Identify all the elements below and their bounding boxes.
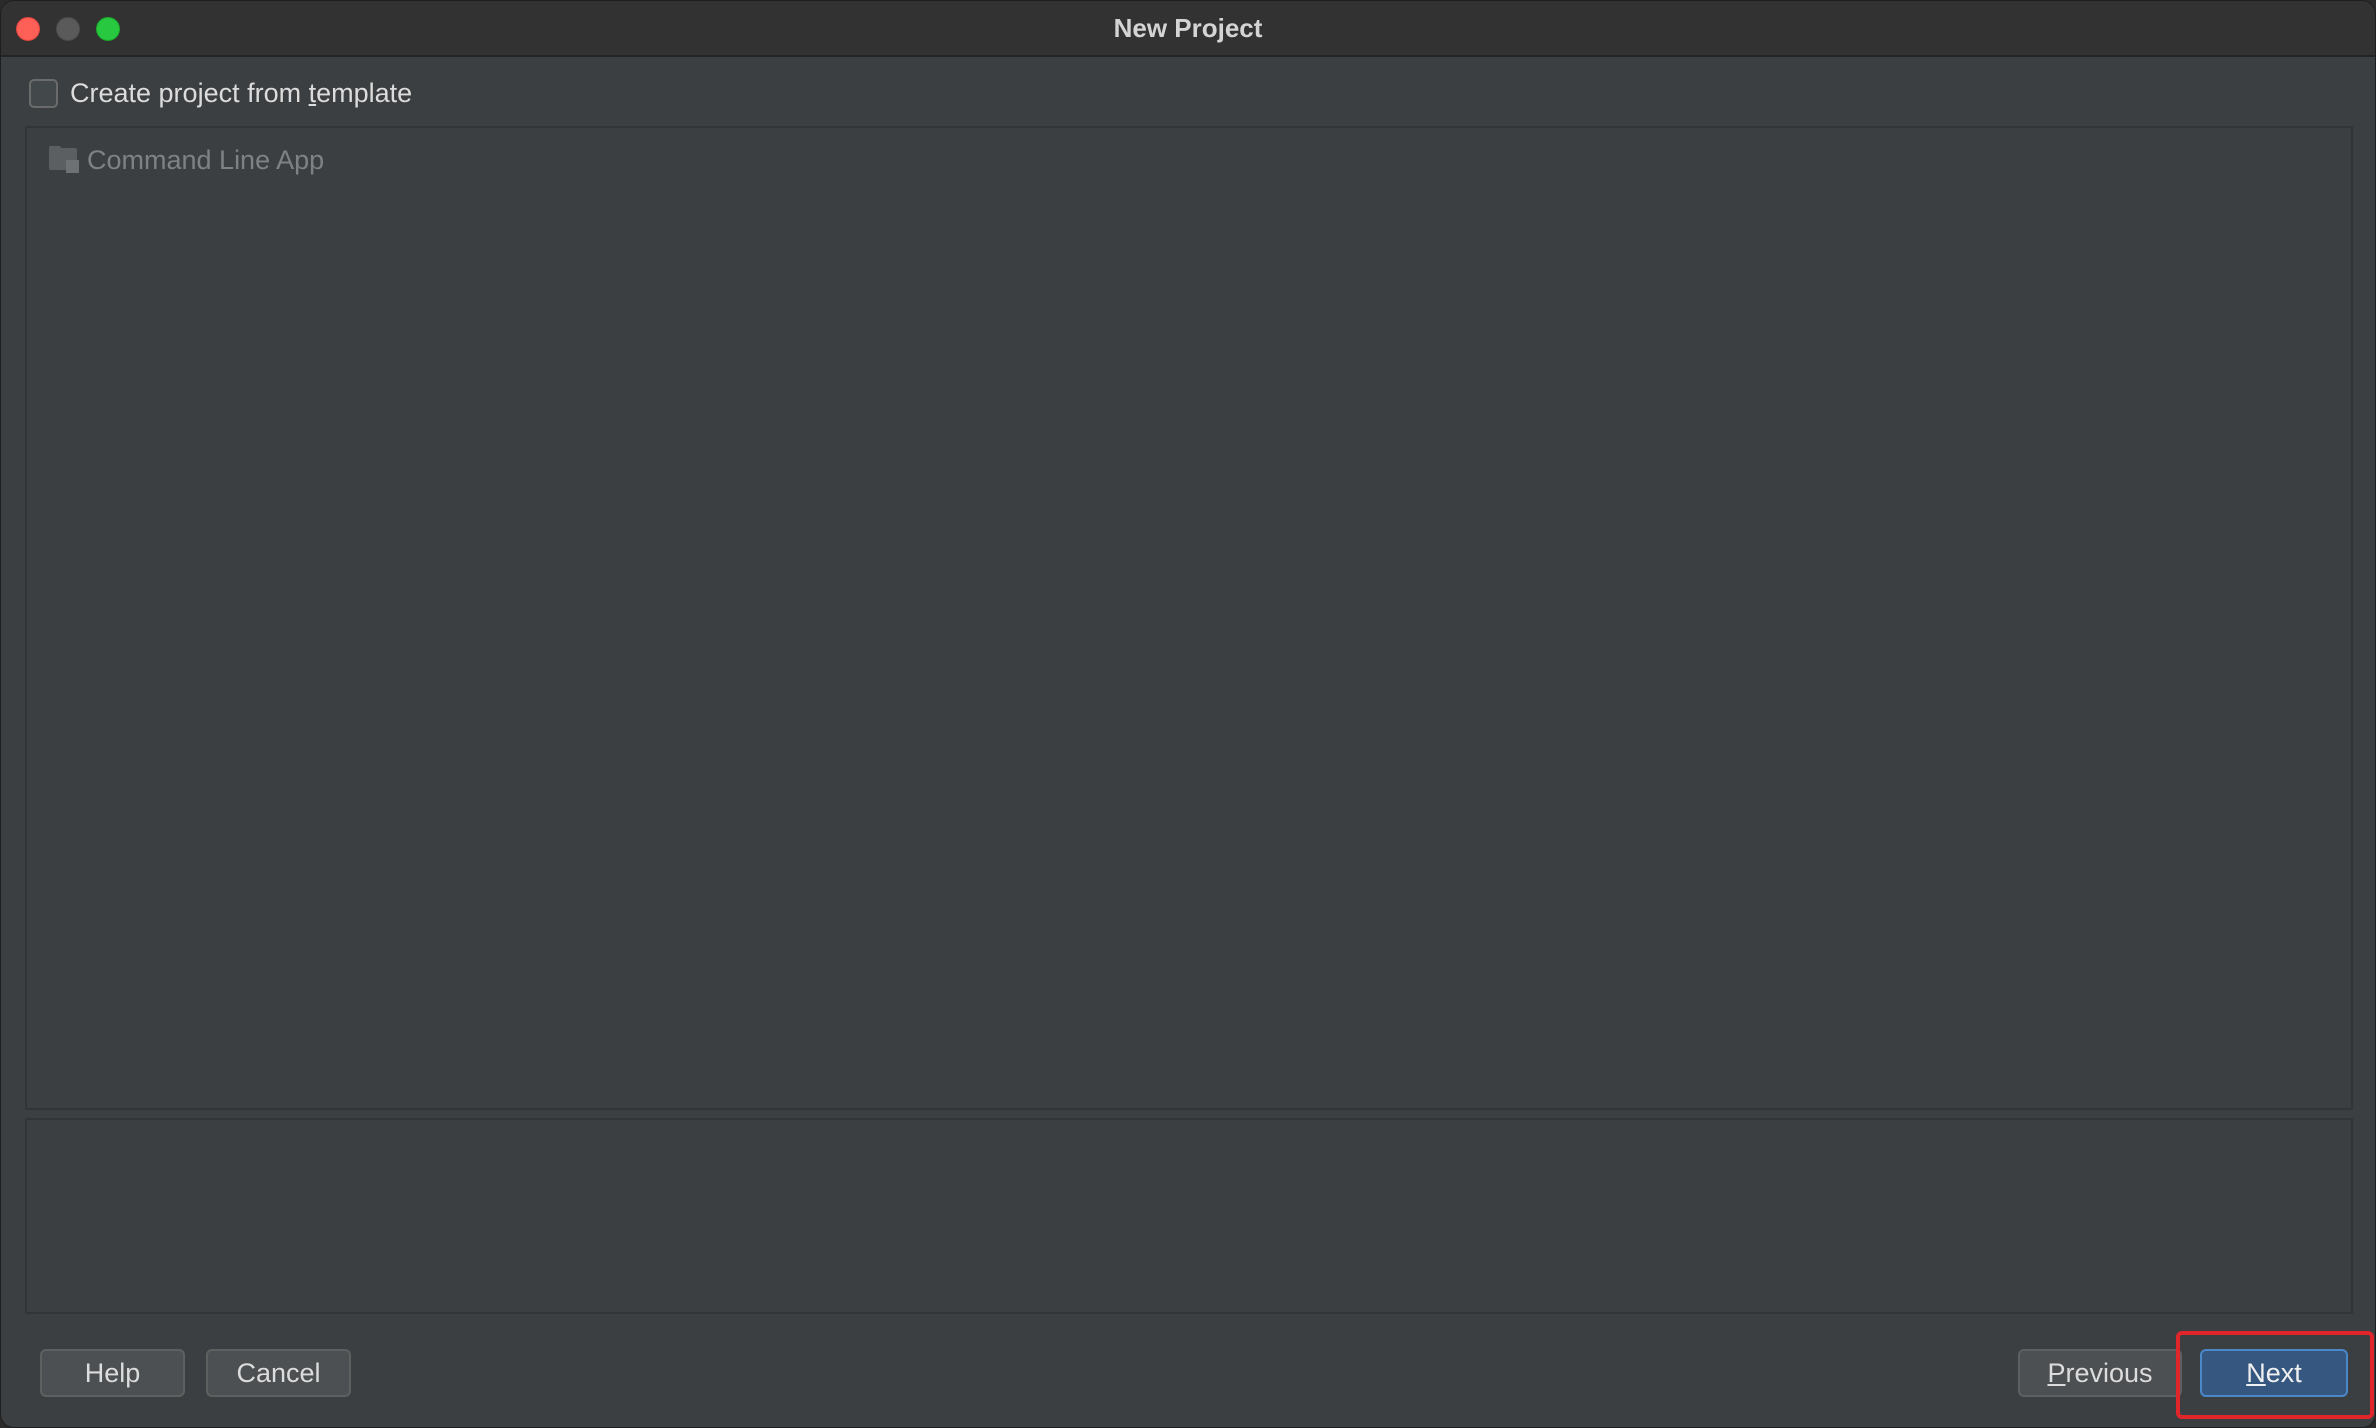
new-project-window: New Project Create project from template… (0, 0, 2376, 1428)
create-from-template-option[interactable]: Create project from template (29, 77, 412, 109)
help-button[interactable]: Help (40, 1349, 185, 1397)
create-from-template-checkbox[interactable] (29, 78, 58, 108)
template-list: Command Line App (25, 126, 2353, 1110)
next-button[interactable]: Next (2200, 1349, 2348, 1397)
create-from-template-label[interactable]: Create project from template (70, 78, 412, 109)
list-item-label: Command Line App (87, 144, 325, 175)
previous-button[interactable]: Previous (2018, 1349, 2182, 1397)
template-description-panel (25, 1118, 2353, 1314)
cancel-button[interactable]: Cancel (206, 1349, 351, 1397)
list-item[interactable]: Command Line App (49, 140, 324, 180)
title-bar: New Project (1, 1, 2375, 57)
folder-icon (49, 146, 79, 174)
window-title: New Project (1113, 13, 1263, 43)
